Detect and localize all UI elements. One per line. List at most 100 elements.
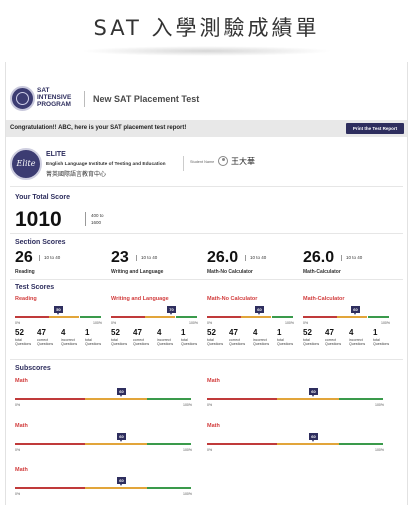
label-line: Questions	[277, 342, 294, 347]
bar-segment-high	[339, 443, 383, 445]
score-progress-bar	[303, 316, 389, 318]
question-count-label: total Questions	[277, 338, 293, 346]
score-marker: 70	[167, 306, 176, 315]
label-line: Questions	[325, 342, 342, 347]
report-header: SAT INTENSIVE PROGRAM New SAT Placement …	[6, 86, 407, 116]
bar-segment-high	[176, 316, 197, 318]
subscore-name: Math	[207, 378, 220, 384]
total-score-heading: Your Total Score	[15, 194, 70, 201]
congrats-banner: Congratulation!! ABC, here is your SAT p…	[6, 120, 407, 137]
percent-max-label: 100%	[375, 448, 384, 452]
percent-min-label: 0%	[207, 321, 213, 325]
section-score-range: 10 to 40	[136, 255, 157, 261]
program-line: PROGRAM	[37, 101, 71, 108]
score-progress-bar	[15, 443, 191, 445]
range-max: 1600	[91, 220, 102, 225]
elite-logo-icon: Elite	[10, 148, 42, 180]
percent-min-label: 0%	[111, 321, 117, 325]
print-report-button[interactable]: Print the Test Report	[346, 123, 404, 134]
section-scores-heading: Section Scores	[15, 239, 66, 246]
label-line: Questions	[349, 342, 366, 347]
label-line: Questions	[15, 342, 32, 347]
bar-segment-low	[15, 316, 49, 318]
bar-segment-mid	[49, 316, 79, 318]
total-score-range: 400 to 1600	[85, 212, 104, 226]
program-line: SAT	[37, 87, 50, 94]
user-icon	[218, 156, 228, 166]
question-count-label: incorrect Questions	[61, 338, 77, 346]
score-marker: 60	[117, 433, 126, 442]
congrats-text: Congratulation!! ABC, here is your SAT p…	[10, 125, 187, 131]
question-count: 47	[133, 328, 142, 337]
percent-min-label: 0%	[15, 492, 21, 496]
section-score-range: 10 to 40	[341, 255, 362, 261]
question-count: 1	[277, 328, 282, 337]
section-score-label: Reading	[15, 269, 35, 275]
bar-segment-mid	[241, 316, 271, 318]
section-score-value: 26.0	[207, 249, 239, 266]
section-score-label: Writing and Language	[111, 269, 164, 275]
section-score-value: 26	[15, 249, 33, 266]
label-line: Questions	[85, 342, 102, 347]
report-card: SAT INTENSIVE PROGRAM New SAT Placement …	[5, 62, 408, 505]
question-count: 1	[181, 328, 186, 337]
bar-segment-mid	[145, 316, 175, 318]
question-count: 47	[37, 328, 46, 337]
divider	[10, 186, 403, 187]
section-score-range: 10 to 40	[245, 255, 266, 261]
label-line: Questions	[37, 342, 54, 347]
score-progress-bar	[15, 398, 191, 400]
percent-max-label: 100%	[189, 321, 198, 325]
test-score-name: Writing and Language	[111, 296, 169, 302]
bar-segment-low	[303, 316, 337, 318]
question-count-label: total Questions	[181, 338, 197, 346]
score-marker: 60	[351, 306, 360, 315]
section-score-label: Math-No Calculator	[207, 269, 253, 275]
divider	[10, 279, 403, 280]
divider	[10, 359, 403, 360]
question-count-label: incorrect Questions	[157, 338, 173, 346]
section-score-label: Math-Calculator	[303, 269, 341, 275]
subscore-name: Math	[15, 378, 28, 384]
bar-segment-high	[147, 443, 191, 445]
title-shadow	[80, 46, 333, 56]
bar-segment-low	[207, 398, 277, 400]
percent-min-label: 0%	[15, 321, 21, 325]
bar-segment-mid	[277, 398, 339, 400]
percent-max-label: 100%	[183, 448, 192, 452]
percent-min-label: 0%	[303, 321, 309, 325]
bar-segment-high	[147, 487, 191, 489]
percent-max-label: 100%	[285, 321, 294, 325]
score-marker: 60	[255, 306, 264, 315]
question-count: 1	[85, 328, 90, 337]
question-count-label: total Questions	[207, 338, 223, 346]
label-line: Questions	[229, 342, 246, 347]
question-count: 52	[207, 328, 216, 337]
score-progress-bar	[111, 316, 197, 318]
question-count: 1	[373, 328, 378, 337]
question-count: 4	[349, 328, 354, 337]
question-count: 47	[229, 328, 238, 337]
test-scores-heading: Test Scores	[15, 284, 55, 291]
section-score-range: 10 to 40	[39, 255, 60, 261]
question-count-label: incorrect Questions	[349, 338, 365, 346]
institute-name: ELITE	[46, 151, 66, 158]
bar-segment-mid	[337, 316, 367, 318]
program-line: INTENSIVE	[37, 94, 72, 101]
label-line: Questions	[303, 342, 320, 347]
bar-segment-low	[15, 398, 85, 400]
percent-min-label: 0%	[207, 403, 213, 407]
percent-min-label: 0%	[15, 448, 21, 452]
question-count-label: correct Questions	[37, 338, 53, 346]
percent-max-label: 100%	[375, 403, 384, 407]
bar-segment-high	[339, 398, 383, 400]
question-count-label: correct Questions	[325, 338, 341, 346]
score-progress-bar	[15, 316, 101, 318]
program-name: SAT INTENSIVE PROGRAM	[37, 87, 81, 108]
bar-segment-mid	[85, 443, 147, 445]
question-count: 52	[303, 328, 312, 337]
bar-segment-high	[80, 316, 101, 318]
label-line: Questions	[181, 342, 198, 347]
range-min: 400 to	[91, 213, 104, 218]
label-line: Questions	[157, 342, 174, 347]
